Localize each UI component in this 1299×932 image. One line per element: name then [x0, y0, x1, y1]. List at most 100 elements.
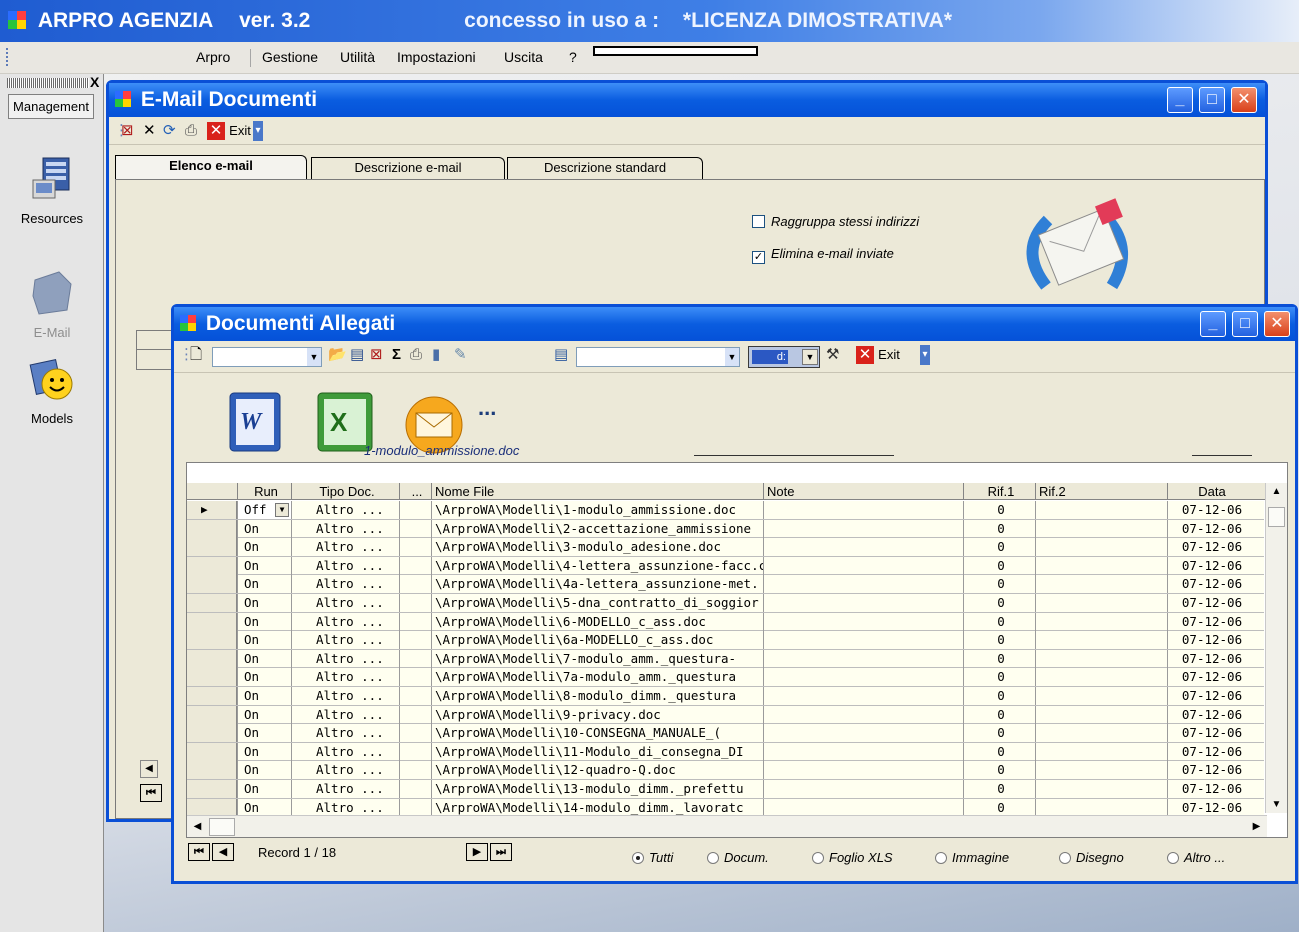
col-tipo-doc[interactable]: Tipo Doc. — [291, 483, 399, 500]
cell-note[interactable] — [763, 612, 963, 631]
drive-select[interactable]: d: ▼ — [748, 346, 820, 368]
filter-foglio-xls[interactable]: Foglio XLS — [812, 850, 893, 865]
row-selector[interactable] — [187, 612, 237, 631]
scroll-thumb-horizontal[interactable] — [209, 818, 235, 836]
cell-run[interactable]: On — [237, 575, 291, 594]
table-row[interactable]: On Altro ... \ArproWA\Modelli\4a-lettera_a… — [187, 575, 1264, 594]
cell-run[interactable]: On — [237, 519, 291, 538]
table-row[interactable]: On Altro ... \ArproWA\Modelli\6-MODELLO_c_… — [187, 612, 1264, 632]
table-row[interactable]: On Altro ... \ArproWA\Modelli\6a-MODELLO_c… — [187, 631, 1264, 650]
group-addresses-checkbox[interactable]: Raggruppa stessi indirizzi — [752, 214, 919, 229]
toolbar-overflow-button[interactable]: ▾ — [253, 121, 263, 141]
previous-record-button[interactable]: ◀ — [212, 843, 234, 861]
first-record-button[interactable]: ⏮ — [140, 784, 162, 802]
cell-note[interactable] — [763, 538, 963, 557]
maximize-button[interactable]: □ — [1232, 311, 1258, 337]
menu-grip[interactable] — [6, 48, 9, 66]
current-row-indicator[interactable]: ▶ — [187, 501, 237, 519]
cleanup-icon[interactable]: ✎ — [454, 345, 467, 365]
cell-run[interactable]: On — [237, 556, 291, 575]
cell-note[interactable] — [763, 649, 963, 668]
cell-run[interactable]: On — [237, 687, 291, 705]
cell-run[interactable]: On — [237, 649, 291, 668]
row-selector[interactable] — [187, 538, 237, 557]
delete-icon[interactable]: ⊠ — [370, 345, 383, 365]
cell-note[interactable] — [763, 742, 963, 761]
cell-run[interactable]: On — [237, 780, 291, 798]
table-row[interactable]: On Altro ... \ArproWA\Modelli\5-dna_contra… — [187, 594, 1264, 613]
tools-icon[interactable]: ⚒ — [826, 345, 839, 365]
cell-run[interactable]: On — [237, 705, 291, 724]
maximize-button[interactable]: □ — [1199, 87, 1225, 113]
filter-docum[interactable]: Docum. — [707, 850, 769, 865]
delete-record-icon[interactable]: ⊠ — [121, 121, 134, 141]
table-row[interactable]: On Altro ... \ArproWA\Modelli\13-modulo_di… — [187, 780, 1264, 799]
send-icon[interactable]: ⟳ — [163, 121, 176, 141]
row-selector[interactable] — [187, 519, 237, 538]
path-combo[interactable]: ▼ — [576, 347, 740, 367]
tab-elenco-email[interactable]: Elenco e-mail — [115, 155, 307, 179]
cell-note[interactable] — [763, 556, 963, 575]
row-selector[interactable] — [187, 724, 237, 743]
table-row[interactable]: On Altro ... \ArproWA\Modelli\2-accettazio… — [187, 519, 1264, 539]
cell-note[interactable] — [763, 668, 963, 687]
cell-run[interactable]: On — [237, 631, 291, 650]
scroll-up-icon[interactable]: ▲ — [1268, 483, 1285, 500]
filter-disegno[interactable]: Disegno — [1059, 850, 1124, 865]
cell-run[interactable]: On — [237, 612, 291, 631]
minimize-button[interactable]: _ — [1200, 311, 1226, 337]
vertical-scrollbar[interactable]: ▲ ▼ — [1265, 483, 1287, 813]
col-nome-file[interactable]: Nome File — [431, 483, 763, 500]
close-button[interactable]: ✕ — [1231, 87, 1257, 113]
exit-button[interactable]: ✕ Exit — [207, 121, 251, 141]
scroll-right-icon[interactable]: ▶ — [1248, 819, 1265, 835]
cell-note[interactable] — [763, 798, 963, 817]
menu-impostazioni[interactable]: Impostazioni — [397, 49, 476, 65]
docs-window-titlebar[interactable]: Documenti Allegati _ □ ✕ — [174, 307, 1295, 341]
minimize-button[interactable]: _ — [1167, 87, 1193, 113]
row-selector[interactable] — [187, 668, 237, 687]
archive-icon[interactable]: ▮ — [432, 345, 440, 365]
more-apps-icon[interactable]: ... — [478, 395, 496, 421]
next-record-button[interactable]: ▶ — [466, 843, 488, 861]
row-selector[interactable] — [187, 594, 237, 612]
filter-tutti[interactable]: Tutti — [632, 850, 673, 865]
table-row[interactable]: On Altro ... \ArproWA\Modelli\11-Modulo_di… — [187, 742, 1264, 762]
exit-button[interactable]: ✕ Exit — [856, 345, 900, 365]
row-selector[interactable] — [187, 687, 237, 705]
scroll-left-button[interactable]: ◀ — [140, 760, 158, 778]
tab-descrizione-standard[interactable]: Descrizione standard — [507, 157, 703, 179]
table-row[interactable]: On Altro ... \ArproWA\Modelli\4-lettera_as… — [187, 556, 1264, 576]
row-selector[interactable] — [187, 705, 237, 724]
table-row[interactable]: On Altro ... \ArproWA\Modelli\12-quadro-Q.… — [187, 761, 1264, 780]
sidebar-item-email[interactable]: E-Mail — [0, 270, 104, 340]
cell-note[interactable] — [763, 575, 963, 594]
new-folder-icon[interactable]: ▤ — [350, 345, 364, 365]
row-selector[interactable] — [187, 761, 237, 780]
word-icon[interactable]: W — [220, 387, 292, 459]
cell-run[interactable]: On — [237, 668, 291, 687]
table-row[interactable]: On Altro ... \ArproWA\Modelli\7-modulo_amm… — [187, 649, 1264, 669]
row-selector[interactable] — [187, 780, 237, 798]
row-selector[interactable] — [187, 631, 237, 650]
col-data[interactable]: Data — [1167, 483, 1253, 500]
cell-run[interactable]: On — [237, 724, 291, 743]
print-icon[interactable]: ⎙ — [410, 345, 422, 365]
filter-icon[interactable]: ▤ — [554, 345, 568, 365]
open-folder-icon[interactable]: 📂 — [328, 345, 347, 365]
sum-icon[interactable]: Σ — [392, 345, 401, 365]
cell-note[interactable] — [763, 705, 963, 724]
toolbar-overflow-button[interactable]: ▾ — [920, 345, 930, 365]
scroll-left-icon[interactable]: ◀ — [189, 819, 206, 835]
menu-utilita[interactable]: Utilità — [340, 49, 375, 65]
col-run[interactable]: Run — [237, 483, 291, 500]
filter-immagine[interactable]: Immagine — [935, 850, 1009, 865]
filter-altro[interactable]: Altro ... — [1167, 850, 1225, 865]
email-window-titlebar[interactable]: E-Mail Documenti _ □ ✕ — [109, 83, 1265, 117]
table-row[interactable]: On Altro ... \ArproWA\Modelli\3-modulo_ade… — [187, 538, 1264, 557]
row-selector[interactable] — [187, 742, 237, 761]
cell-run[interactable]: On — [237, 538, 291, 557]
table-row[interactable]: ▶ Off ▼ Altro ... \ArproWA\Modelli\1-modulo_… — [187, 501, 1264, 520]
document-filter-combo[interactable]: ▼ — [212, 347, 322, 367]
col-rif2[interactable]: Rif.2 — [1035, 483, 1167, 500]
